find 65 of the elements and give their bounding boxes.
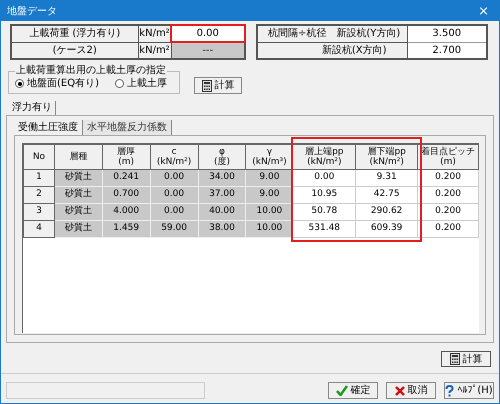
calculate-button[interactable]: 計算 xyxy=(194,77,242,94)
radio-button[interactable] xyxy=(115,79,124,88)
table-cell: 0.00 xyxy=(150,186,198,204)
unit-label: kN/m² xyxy=(138,25,171,42)
table-cell: 34.00 xyxy=(198,170,246,186)
radio-label[interactable]: 地盤面(EQ有り) xyxy=(27,76,99,91)
radio-button[interactable] xyxy=(15,79,24,88)
row-label: (ケース2) xyxy=(11,42,138,59)
table-cell: 砂質土 xyxy=(54,170,102,186)
value-field[interactable]: 0.00 xyxy=(171,25,245,42)
table-cell: 40.00 xyxy=(198,204,246,220)
confirm-button[interactable]: 確定 xyxy=(328,382,378,399)
table-cell: 59.00 xyxy=(150,220,198,238)
table-cell: 290.62 xyxy=(356,204,418,220)
table-cell: 0.00 xyxy=(150,170,198,186)
column-header: φ (度) xyxy=(198,144,246,170)
column-header: No xyxy=(24,144,54,170)
column-header: 層上端pp (kN/m²) xyxy=(292,144,356,170)
column-header: 層厚 (m) xyxy=(102,144,150,170)
table-cell: 9.31 xyxy=(356,170,418,186)
window-title: 地盤データ xyxy=(7,4,57,18)
column-header: 層種 xyxy=(54,144,102,170)
table-cell: 609.39 xyxy=(356,220,418,238)
row-label: 杭間隔÷杭径 新設杭(Y方向) xyxy=(257,25,407,42)
help-icon xyxy=(445,384,454,396)
table-cell: 42.75 xyxy=(356,186,418,204)
table-cell: 4.000 xyxy=(102,204,150,220)
unit-label: kN/m² xyxy=(138,42,171,59)
table-cell: 砂質土 xyxy=(54,220,102,238)
table-cell: 10.00 xyxy=(246,220,293,238)
column-header: c (kN/m²) xyxy=(150,144,198,170)
table-cell: 10.00 xyxy=(246,204,293,220)
close-icon xyxy=(394,386,404,396)
tab[interactable]: 水平地盤反力係数 xyxy=(83,120,172,135)
table-cell: 37.00 xyxy=(198,186,246,204)
table-cell: 砂質土 xyxy=(54,186,102,204)
group-label: 上載荷重算出用の上載土厚の指定 xyxy=(15,66,167,76)
table-cell: 砂質土 xyxy=(54,204,102,220)
row-label: 新設杭(X方向) xyxy=(257,42,407,59)
tab[interactable]: 浮力有り xyxy=(9,101,56,115)
cancel-button[interactable]: 取消 xyxy=(386,382,436,399)
table-cell: 0.700 xyxy=(102,186,150,204)
calculator-icon xyxy=(202,80,212,92)
calculator-icon xyxy=(450,353,460,365)
row-number: 3 xyxy=(24,204,54,220)
table-cell: 38.00 xyxy=(198,220,246,238)
value-field[interactable]: 2.700 xyxy=(407,42,487,59)
checkmark-icon xyxy=(336,385,348,396)
column-header: 層下端pp (kN/m²) xyxy=(356,144,418,170)
close-button[interactable]: × xyxy=(474,4,493,18)
table-cell: 0.241 xyxy=(102,170,150,186)
calculate-button[interactable]: 計算 xyxy=(441,351,491,367)
column-header: 着目点ピッチ (m) xyxy=(418,144,478,170)
row-number: 1 xyxy=(24,170,54,186)
table-cell: 0.00 xyxy=(150,204,198,220)
column-header: γ (kN/m³) xyxy=(246,144,293,170)
radio-label[interactable]: 上載土厚 xyxy=(127,76,167,91)
row-label: 上載荷重 (浮力有り) xyxy=(11,25,138,42)
help-button[interactable]: ﾍﾙﾌﾟ(H) xyxy=(444,382,494,399)
row-number: 4 xyxy=(24,220,54,238)
row-number: 2 xyxy=(24,186,54,204)
table-cell: 9.00 xyxy=(246,170,293,186)
table-cell: 9.00 xyxy=(246,186,293,204)
value-field[interactable]: 3.500 xyxy=(407,25,487,42)
table-cell: 1.459 xyxy=(102,220,150,238)
